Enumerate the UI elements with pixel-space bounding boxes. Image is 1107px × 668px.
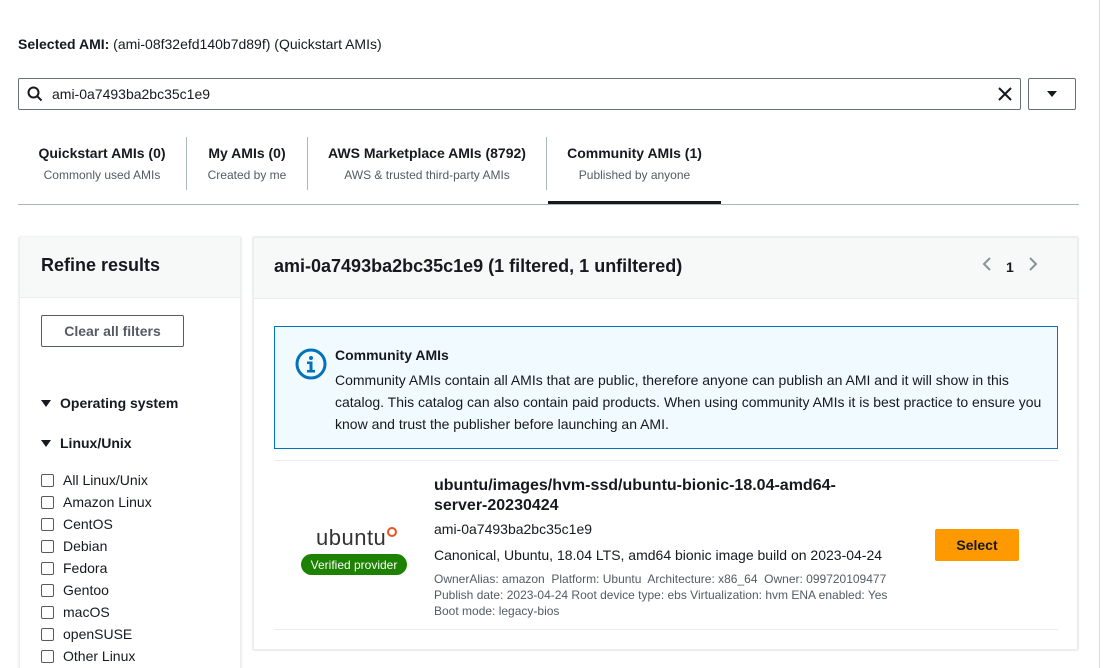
- page-right-border: [1099, 0, 1100, 668]
- tab-community-amis[interactable]: Community AMIs (1) Published by anyone: [548, 137, 721, 203]
- caret-down-icon: [1046, 85, 1058, 103]
- filter-centos[interactable]: CentOS: [41, 513, 152, 535]
- tab-title: Quickstart AMIs (0): [38, 145, 166, 161]
- tab-subtitle: AWS & trusted third-party AMIs: [344, 168, 510, 182]
- results-header: ami-0a7493ba2bc35c1e9 (1 filtered, 1 unf…: [254, 238, 1077, 299]
- community-amis-info-alert: Community AMIs Community AMIs contain al…: [274, 326, 1058, 449]
- refine-results-panel: Refine results Clear all filters Operati…: [19, 237, 241, 668]
- info-title: Community AMIs: [335, 347, 449, 363]
- ami-name: ubuntu/images/hvm-ssd/ubuntu-bionic-18.0…: [434, 477, 836, 514]
- filter-label: openSUSE: [63, 626, 133, 642]
- ami-catalog-tabs: Quickstart AMIs (0) Commonly used AMIs M…: [18, 137, 1079, 205]
- selected-ami-value: (ami-08f32efd140b7d89f) (Quickstart AMIs…: [113, 36, 382, 52]
- linux-unix-section-toggle[interactable]: Linux/Unix: [41, 435, 132, 451]
- tab-aws-marketplace-amis[interactable]: AWS Marketplace AMIs (8792) AWS & truste…: [308, 137, 546, 203]
- checkbox[interactable]: [41, 517, 54, 531]
- info-body: Community AMIs contain all AMIs that are…: [335, 372, 1042, 432]
- filter-label: Amazon Linux: [63, 494, 152, 510]
- caret-down-icon: [41, 439, 51, 447]
- chevron-right-icon[interactable]: [1028, 256, 1038, 277]
- caret-down-icon: [41, 399, 51, 407]
- clear-all-filters-button[interactable]: Clear all filters: [41, 315, 184, 347]
- selected-ami-line: Selected AMI: (ami-08f32efd140b7d89f) (Q…: [18, 36, 382, 52]
- filter-amazon-linux[interactable]: Amazon Linux: [41, 491, 152, 513]
- select-ami-button[interactable]: Select: [935, 529, 1019, 561]
- filter-label: macOS: [63, 604, 110, 620]
- tab-divider: [546, 137, 547, 190]
- checkbox[interactable]: [41, 495, 54, 509]
- tab-my-amis[interactable]: My AMIs (0) Created by me: [187, 137, 307, 203]
- ami-result-row: ubuntu Verified provider ubuntu/images/h…: [274, 460, 1058, 630]
- filter-debian[interactable]: Debian: [41, 535, 152, 557]
- filter-label: Other Linux: [63, 648, 136, 664]
- linux-filter-list: All Linux/Unix Amazon Linux CentOS Debia…: [41, 469, 152, 667]
- search-dropdown-button[interactable]: [1028, 78, 1076, 110]
- tab-subtitle: Commonly used AMIs: [43, 168, 161, 182]
- ubuntu-logo: ubuntu: [316, 525, 398, 551]
- chevron-left-icon[interactable]: [982, 256, 992, 277]
- linux-unix-label: Linux/Unix: [60, 435, 132, 451]
- filter-label: Fedora: [63, 560, 108, 576]
- tab-title: AWS Marketplace AMIs (8792): [328, 145, 526, 161]
- current-page-number[interactable]: 1: [1006, 259, 1014, 275]
- checkbox[interactable]: [41, 473, 54, 487]
- tab-subtitle: Created by me: [207, 168, 287, 182]
- operating-system-section-toggle[interactable]: Operating system: [41, 395, 178, 411]
- filter-other-linux[interactable]: Other Linux: [41, 645, 152, 667]
- ubuntu-logo-text: ubuntu: [316, 525, 387, 550]
- filter-label: Gentoo: [63, 582, 109, 598]
- checkbox[interactable]: [41, 627, 54, 641]
- operating-system-label: Operating system: [60, 395, 179, 411]
- ami-meta-line: Boot mode: legacy-bios: [434, 604, 560, 618]
- search-input-value[interactable]: ami-0a7493ba2bc35c1e9: [51, 86, 990, 102]
- refine-results-title: Refine results: [20, 237, 240, 298]
- filter-gentoo[interactable]: Gentoo: [41, 579, 152, 601]
- active-tab-indicator: [548, 201, 721, 204]
- search-input[interactable]: ami-0a7493ba2bc35c1e9: [18, 78, 1021, 110]
- checkbox[interactable]: [41, 583, 54, 597]
- ami-meta-line: Publish date: 2023-04-24 Root device typ…: [434, 588, 888, 602]
- close-icon[interactable]: [990, 79, 1020, 109]
- filter-all-linux-unix[interactable]: All Linux/Unix: [41, 469, 152, 491]
- results-panel: ami-0a7493ba2bc35c1e9 (1 filtered, 1 unf…: [253, 237, 1078, 650]
- tab-subtitle: Published by anyone: [578, 168, 691, 182]
- filter-macos[interactable]: macOS: [41, 601, 152, 623]
- tab-title: Community AMIs (1): [567, 145, 702, 161]
- pagination: 1: [982, 256, 1038, 277]
- ami-metadata: OwnerAlias: amazon Platform: Ubuntu Arch…: [434, 571, 914, 619]
- ubuntu-circle-icon: [387, 527, 398, 537]
- filter-fedora[interactable]: Fedora: [41, 557, 152, 579]
- search-icon: [19, 79, 51, 109]
- checkbox[interactable]: [41, 605, 54, 619]
- filter-opensuse[interactable]: openSUSE: [41, 623, 152, 645]
- verified-provider-badge: Verified provider: [301, 554, 407, 575]
- selected-ami-label: Selected AMI:: [18, 36, 110, 52]
- ami-meta-line: OwnerAlias: amazon Platform: Ubuntu Arch…: [434, 572, 887, 586]
- tab-title: My AMIs (0): [208, 145, 286, 161]
- results-title: ami-0a7493ba2bc35c1e9 (1 filtered, 1 unf…: [274, 256, 683, 276]
- ami-id: ami-0a7493ba2bc35c1e9: [434, 521, 593, 537]
- filter-label: Debian: [63, 538, 108, 554]
- ami-description: Canonical, Ubuntu, 18.04 LTS, amd64 bion…: [434, 547, 883, 563]
- checkbox[interactable]: [41, 561, 54, 575]
- checkbox[interactable]: [41, 539, 54, 553]
- checkbox[interactable]: [41, 649, 54, 663]
- filter-label: CentOS: [63, 516, 113, 532]
- filter-label: All Linux/Unix: [63, 472, 148, 488]
- info-icon: [295, 348, 327, 385]
- tab-quickstart-amis[interactable]: Quickstart AMIs (0) Commonly used AMIs: [18, 137, 186, 203]
